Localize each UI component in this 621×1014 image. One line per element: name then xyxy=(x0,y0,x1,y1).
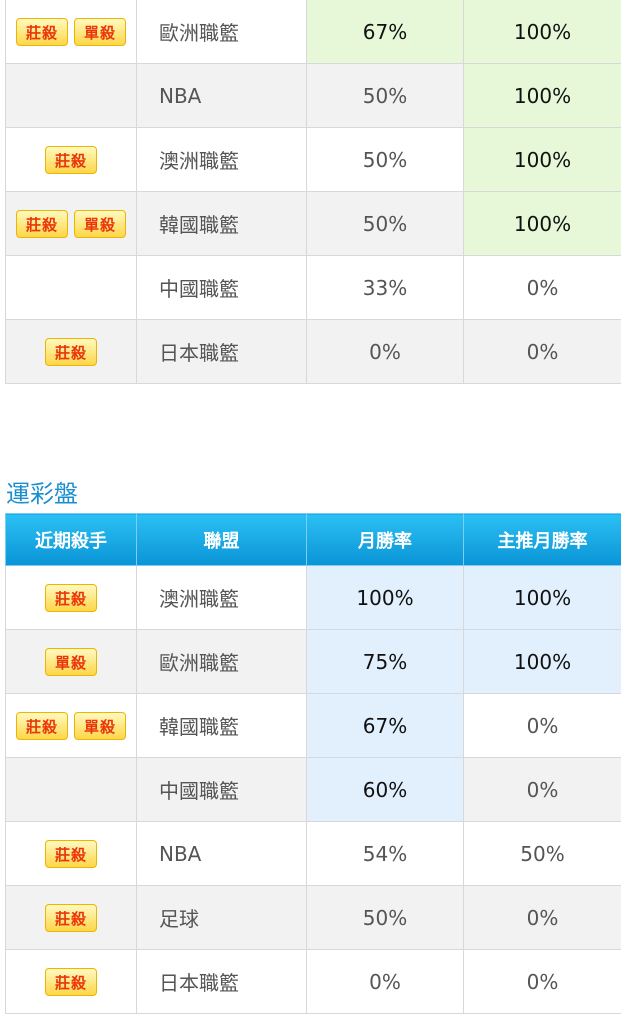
single-kill-badge: 單殺 xyxy=(74,712,126,740)
league-name[interactable]: 足球 xyxy=(137,886,307,950)
main-pick-win-rate: 100% xyxy=(464,566,621,630)
table-row[interactable]: 莊殺 NBA54%50% xyxy=(6,822,621,886)
league-name[interactable]: 中國職籃 xyxy=(137,758,307,822)
banker-kill-badge: 莊殺 xyxy=(45,146,97,174)
banker-kill-badge: 莊殺 xyxy=(45,584,97,612)
banker-kill-badge: 莊殺 xyxy=(45,840,97,868)
main-pick-win-rate: 100% xyxy=(464,128,621,192)
killer-badges-cell xyxy=(6,256,137,320)
sports-lottery-stats-table: 近期殺手 聯盟 月勝率 主推月勝率 莊殺澳洲職籃100%100%單殺歐洲職籃75… xyxy=(5,513,621,1014)
league-name[interactable]: NBA xyxy=(137,822,307,886)
banker-kill-badge: 莊殺 xyxy=(45,338,97,366)
killer-badges-cell: 單殺 xyxy=(6,630,137,694)
section-title-sports-lottery: 運彩盤 xyxy=(6,474,78,509)
main-pick-win-rate: 50% xyxy=(464,822,621,886)
league-name[interactable]: 歐洲職籃 xyxy=(137,630,307,694)
table-row[interactable]: 中國職籃60%0% xyxy=(6,758,621,822)
monthly-win-rate: 54% xyxy=(307,822,464,886)
monthly-win-rate: 75% xyxy=(307,630,464,694)
banker-kill-badge: 莊殺 xyxy=(45,904,97,932)
monthly-win-rate: 50% xyxy=(307,886,464,950)
main-pick-win-rate: 100% xyxy=(464,630,621,694)
banker-kill-badge: 莊殺 xyxy=(45,968,97,996)
league-name[interactable]: 澳洲職籃 xyxy=(137,566,307,630)
monthly-win-rate: 67% xyxy=(307,0,464,64)
main-pick-win-rate: 0% xyxy=(464,320,621,384)
league-name[interactable]: 澳洲職籃 xyxy=(137,128,307,192)
monthly-win-rate: 60% xyxy=(307,758,464,822)
main-pick-win-rate: 100% xyxy=(464,0,621,64)
league-name[interactable]: 歐洲職籃 xyxy=(137,0,307,64)
monthly-win-rate: 50% xyxy=(307,128,464,192)
table-row[interactable]: 莊殺日本職籃0%0% xyxy=(6,950,621,1014)
league-name[interactable]: 日本職籃 xyxy=(137,320,307,384)
monthly-win-rate: 67% xyxy=(307,694,464,758)
killer-badges-cell: 莊殺單殺 xyxy=(6,0,137,64)
table-row[interactable]: 莊殺 足球50%0% xyxy=(6,886,621,950)
main-pick-win-rate: 0% xyxy=(464,950,621,1014)
table-row[interactable]: 莊殺單殺歐洲職籃67%100% xyxy=(6,0,621,64)
table-row[interactable]: 中國職籃33%0% xyxy=(6,256,621,320)
main-pick-win-rate: 100% xyxy=(464,64,621,128)
banker-kill-badge: 莊殺 xyxy=(16,712,68,740)
league-name[interactable]: NBA xyxy=(137,64,307,128)
monthly-win-rate: 33% xyxy=(307,256,464,320)
header-main-pick-monthly-win-rate: 主推月勝率 xyxy=(464,514,621,566)
table-row[interactable]: 單殺 歐洲職籃75%100% xyxy=(6,630,621,694)
single-kill-badge: 單殺 xyxy=(45,648,97,676)
killer-badges-cell: 莊殺 xyxy=(6,950,137,1014)
table-row[interactable]: 莊殺單殺韓國職籃50%100% xyxy=(6,192,621,256)
basketball-stats-table: 莊殺單殺歐洲職籃67%100%NBA50%100%莊殺澳洲職籃50%100%莊殺… xyxy=(5,0,621,384)
main-pick-win-rate: 0% xyxy=(464,694,621,758)
main-pick-win-rate: 100% xyxy=(464,192,621,256)
table-row[interactable]: 莊殺單殺韓國職籃67%0% xyxy=(6,694,621,758)
table-row[interactable]: 莊殺 澳洲職籃50%100% xyxy=(6,128,621,192)
monthly-win-rate: 50% xyxy=(307,64,464,128)
monthly-win-rate: 0% xyxy=(307,320,464,384)
header-recent-killer: 近期殺手 xyxy=(6,514,137,566)
league-name[interactable]: 日本職籃 xyxy=(137,950,307,1014)
league-name[interactable]: 韓國職籃 xyxy=(137,192,307,256)
monthly-win-rate: 50% xyxy=(307,192,464,256)
main-pick-win-rate: 0% xyxy=(464,886,621,950)
monthly-win-rate: 0% xyxy=(307,950,464,1014)
league-name[interactable]: 韓國職籃 xyxy=(137,694,307,758)
table-row[interactable]: 莊殺澳洲職籃100%100% xyxy=(6,566,621,630)
table-row[interactable]: 莊殺日本職籃0%0% xyxy=(6,320,621,384)
killer-badges-cell: 莊殺 xyxy=(6,128,137,192)
single-kill-badge: 單殺 xyxy=(74,210,126,238)
table-header-row: 近期殺手 聯盟 月勝率 主推月勝率 xyxy=(6,514,621,566)
main-pick-win-rate: 0% xyxy=(464,256,621,320)
league-name[interactable]: 中國職籃 xyxy=(137,256,307,320)
banker-kill-badge: 莊殺 xyxy=(16,18,68,46)
banker-kill-badge: 莊殺 xyxy=(16,210,68,238)
header-monthly-win-rate: 月勝率 xyxy=(307,514,464,566)
killer-badges-cell xyxy=(6,64,137,128)
monthly-win-rate: 100% xyxy=(307,566,464,630)
single-kill-badge: 單殺 xyxy=(74,18,126,46)
killer-badges-cell: 莊殺單殺 xyxy=(6,694,137,758)
killer-badges-cell: 莊殺 xyxy=(6,886,137,950)
killer-badges-cell: 莊殺單殺 xyxy=(6,192,137,256)
killer-badges-cell: 莊殺 xyxy=(6,566,137,630)
main-pick-win-rate: 0% xyxy=(464,758,621,822)
table-row[interactable]: NBA50%100% xyxy=(6,64,621,128)
killer-badges-cell: 莊殺 xyxy=(6,320,137,384)
killer-badges-cell xyxy=(6,758,137,822)
killer-badges-cell: 莊殺 xyxy=(6,822,137,886)
header-league: 聯盟 xyxy=(137,514,307,566)
